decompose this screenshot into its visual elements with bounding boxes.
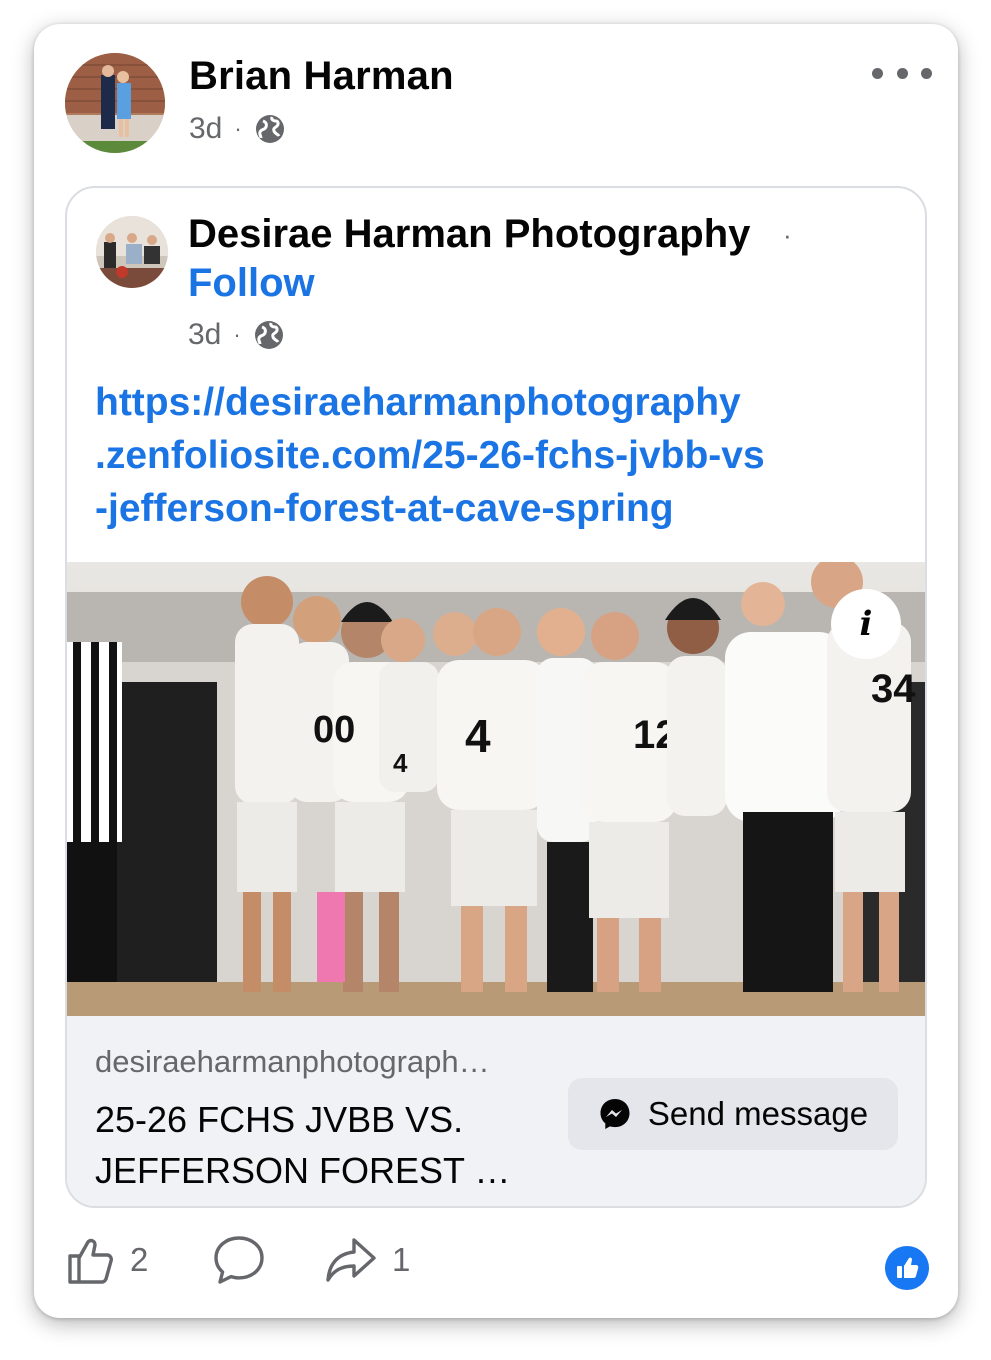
like-count: 2 xyxy=(130,1241,149,1278)
url-line: https://desiraeharmanphotography xyxy=(95,381,741,424)
meta-separator: · xyxy=(234,116,242,141)
messenger-icon xyxy=(600,1099,630,1129)
meta-separator: · xyxy=(233,322,241,347)
link-title-line: JEFFERSON FOREST … xyxy=(95,1150,511,1191)
shared-post-time[interactable]: 3d xyxy=(188,318,221,352)
shared-post[interactable]: Desirae Harman Photography · Follow 3d ·… xyxy=(65,186,927,1208)
link-domain: desiraeharmanphotograph… xyxy=(95,1044,490,1079)
author-avatar[interactable] xyxy=(65,53,165,153)
share-icon xyxy=(326,1238,376,1282)
post-card: Brian Harman 3d · Desirae Harman Photogr… xyxy=(34,24,958,1318)
send-message-label: Send message xyxy=(647,1095,869,1132)
comment-icon xyxy=(214,1236,264,1284)
basketball-team-photo: 00 4 4 12 34 xyxy=(67,562,925,1016)
page-avatar[interactable] xyxy=(96,216,168,288)
link-title: 25-26 FCHS JVBB VS. JEFFERSON FOREST … xyxy=(95,1094,535,1196)
svg-text:00: 00 xyxy=(313,709,355,751)
post-time[interactable]: 3d xyxy=(189,112,222,146)
name-separator: · xyxy=(783,220,792,250)
like-reaction-icon[interactable] xyxy=(885,1246,929,1290)
globe-icon[interactable] xyxy=(254,113,286,145)
author-name[interactable]: Brian Harman xyxy=(189,54,454,99)
action-bar: 2 1 xyxy=(34,1234,958,1304)
url-line: .zenfoliosite.com/25-26-fchs-jvbb-vs xyxy=(95,434,765,477)
post-url-link[interactable]: https://desiraeharmanphotography .zenfol… xyxy=(95,376,915,535)
url-line: -jefferson-forest-at-cave-spring xyxy=(95,487,674,530)
globe-icon[interactable] xyxy=(253,319,285,351)
shared-post-meta: 3d · xyxy=(188,318,285,352)
follow-button[interactable]: Follow xyxy=(188,261,315,306)
thumbs-up-icon xyxy=(897,1257,919,1278)
more-horizontal-icon xyxy=(872,67,883,79)
svg-text:4: 4 xyxy=(465,710,491,762)
like-button[interactable]: 2 xyxy=(64,1234,148,1286)
svg-text:34: 34 xyxy=(871,667,916,711)
comment-button[interactable] xyxy=(212,1234,266,1286)
info-icon[interactable]: i xyxy=(831,589,901,659)
share-count: 1 xyxy=(392,1241,411,1278)
more-options-button[interactable] xyxy=(872,58,932,88)
page-name[interactable]: Desirae Harman Photography xyxy=(188,212,750,257)
share-button[interactable]: 1 xyxy=(324,1234,410,1286)
svg-text:4: 4 xyxy=(393,748,408,778)
more-dot xyxy=(896,67,908,79)
post-meta: 3d · xyxy=(189,112,286,146)
link-preview-image[interactable]: 00 4 4 12 34 i xyxy=(67,562,925,1016)
thumbs-up-icon xyxy=(68,1238,113,1284)
send-message-button[interactable]: Send message xyxy=(568,1078,898,1150)
link-title-line: 25-26 FCHS JVBB VS. xyxy=(95,1099,464,1140)
link-preview-footer[interactable]: desiraeharmanphotograph… 25-26 FCHS JVBB… xyxy=(67,1016,925,1206)
more-dot xyxy=(921,67,932,79)
